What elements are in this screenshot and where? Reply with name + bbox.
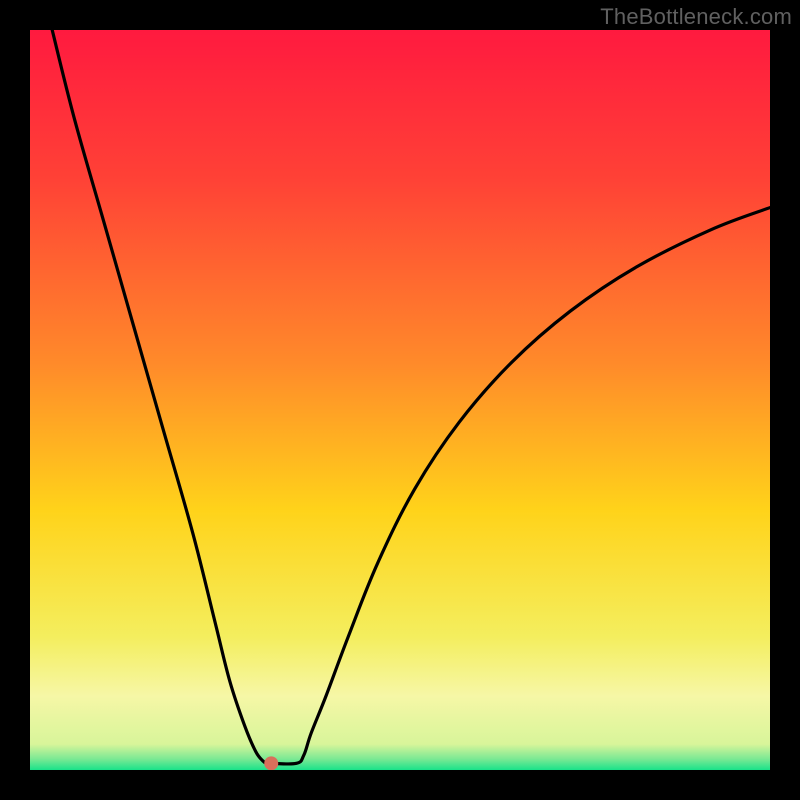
chart-container [30,30,770,770]
chart-svg [30,30,770,770]
watermark-text: TheBottleneck.com [600,4,792,30]
minimum-marker [264,756,278,770]
chart-background [30,30,770,770]
